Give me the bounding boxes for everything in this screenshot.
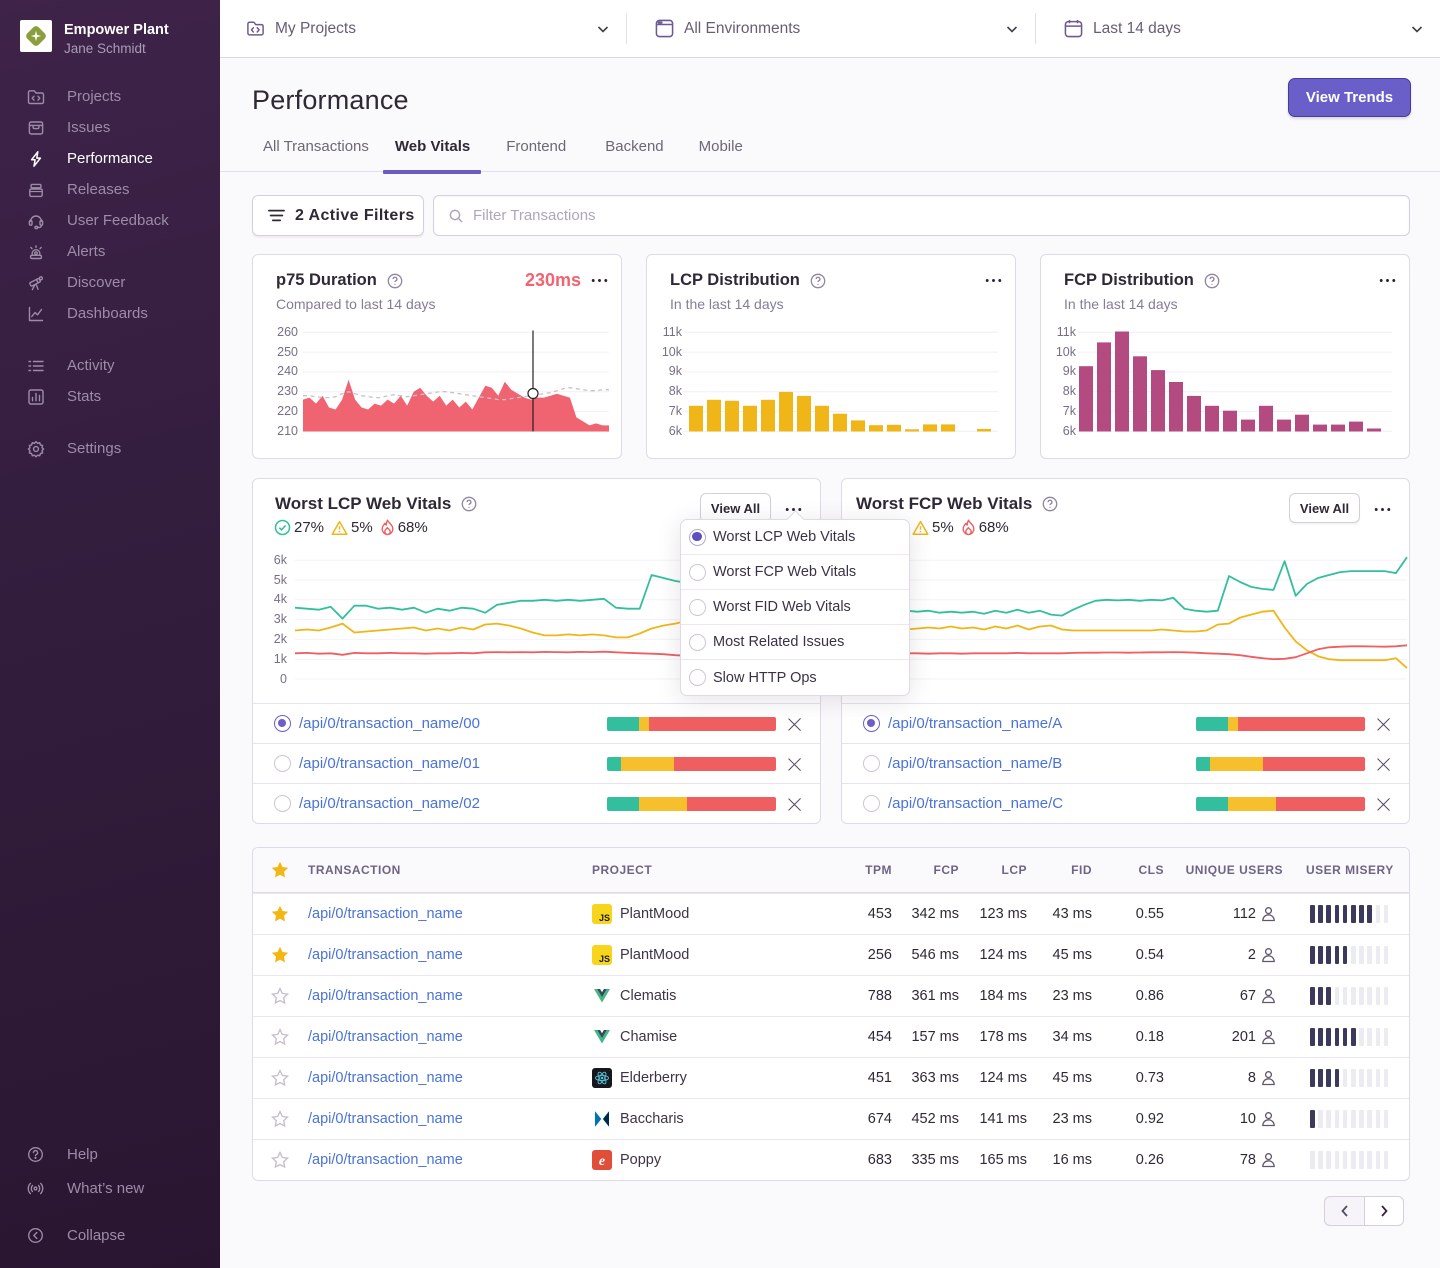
svg-text:JS: JS bbox=[599, 913, 610, 923]
svg-text:JS: JS bbox=[599, 954, 610, 964]
svg-text:e: e bbox=[599, 1154, 605, 1169]
